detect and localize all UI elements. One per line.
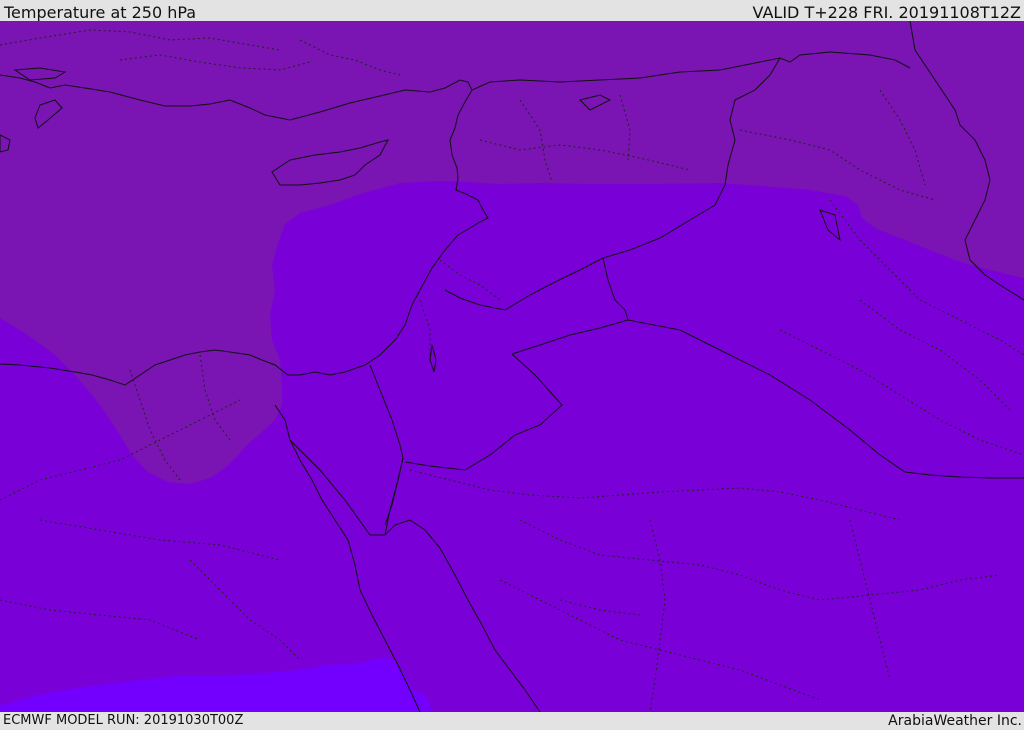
valid-time-label: VALID T+228 FRI. 20191108T12Z: [752, 3, 1021, 22]
model-run-label: ECMWF MODEL RUN: 20191030T00Z: [3, 713, 244, 728]
credit-label: ArabiaWeather Inc.: [888, 713, 1022, 729]
map-title: Temperature at 250 hPa: [4, 3, 197, 22]
footer-bar: ECMWF MODEL RUN: 20191030T00Z ArabiaWeat…: [0, 712, 1024, 729]
header-bar: Temperature at 250 hPa VALID T+228 FRI. …: [0, 0, 1024, 22]
weather-map: [0, 21, 1024, 712]
